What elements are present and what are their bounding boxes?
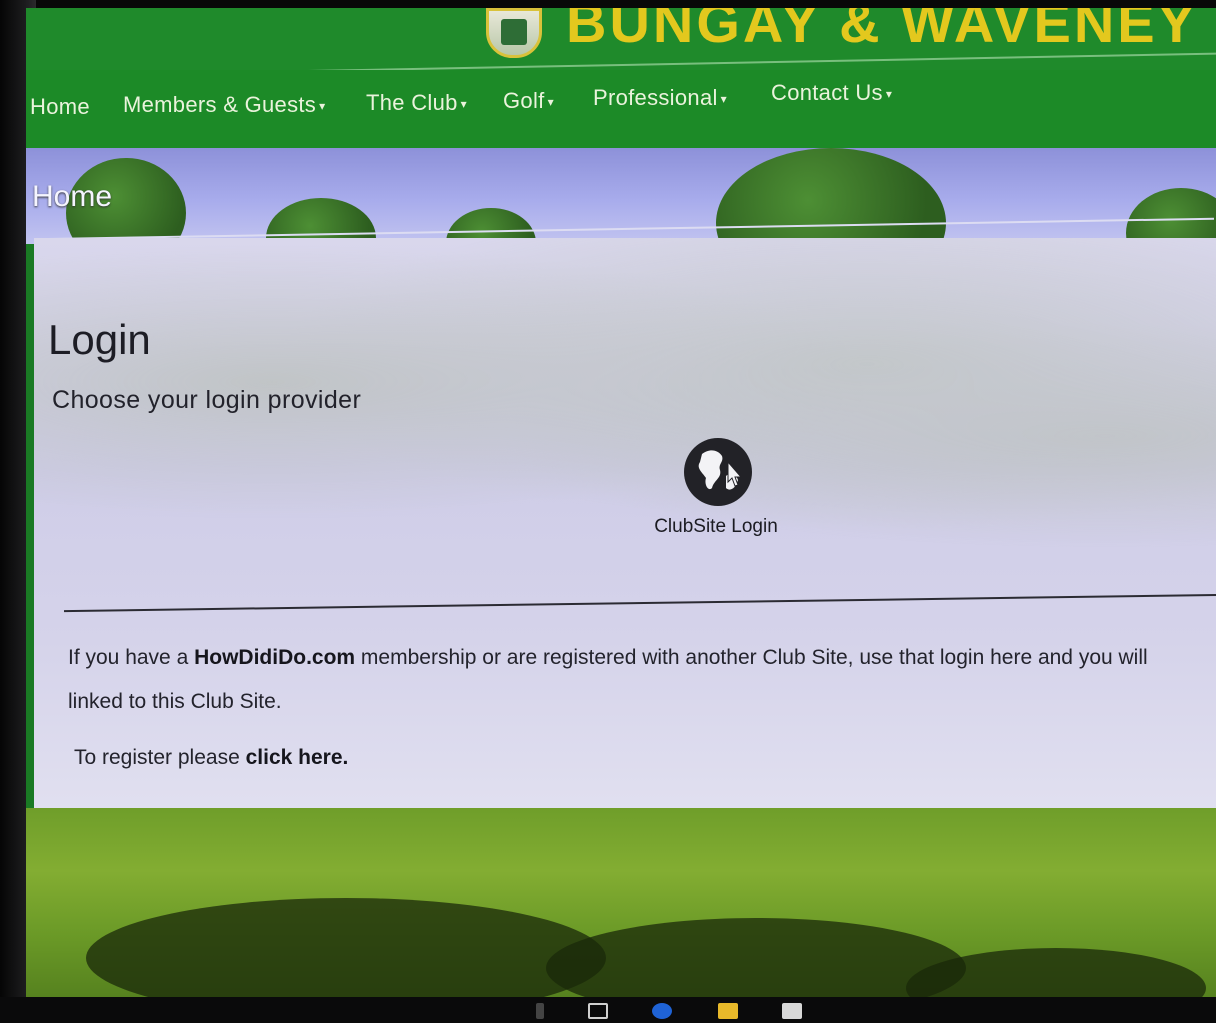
background-photo — [34, 238, 1216, 598]
info-line-1: If you have a HowDidiDo.com membership o… — [68, 636, 1216, 680]
store-icon[interactable] — [782, 1003, 802, 1019]
login-subheading: Choose your login provider — [52, 386, 362, 414]
info-prefix: If you have a — [68, 646, 195, 669]
login-panel: Login Choose your login provider ClubSit… — [34, 238, 1216, 814]
info-suffix: membership or are registered with anothe… — [355, 646, 1148, 669]
clubsite-login-button[interactable]: ClubSite Login — [646, 438, 786, 558]
nav-item-contact-us[interactable]: Contact Us ▾ — [771, 80, 892, 106]
browser-viewport: BUNGAY & WAVENEY Home Members & Guests ▾ … — [26, 8, 1216, 998]
nav-item-members-guests[interactable]: Members & Guests ▾ — [123, 92, 325, 118]
nav-item-label: Home — [30, 94, 90, 119]
page-title: Home — [32, 180, 113, 213]
howdidido-brand: HowDidiDo.com — [194, 646, 356, 669]
nav-item-golf[interactable]: Golf ▾ — [503, 88, 554, 114]
chevron-down-icon: ▾ — [460, 97, 467, 112]
register-text: To register please click here. — [74, 746, 348, 770]
chevron-down-icon: ▾ — [885, 87, 893, 102]
info-line-2: linked to this Club Site. — [68, 690, 282, 713]
club-crest-logo[interactable] — [486, 8, 542, 58]
banner-rule — [34, 217, 1214, 241]
site-header: BUNGAY & WAVENEY — [26, 8, 1216, 78]
nav-item-label: Professional — [593, 85, 718, 110]
task-view-icon[interactable] — [588, 1003, 608, 1019]
nav-item-label: Members & Guests — [123, 92, 317, 117]
login-info-text: If you have a HowDidiDo.com membership o… — [68, 636, 1216, 724]
crest-emblem — [501, 19, 527, 45]
chevron-down-icon: ▾ — [319, 99, 326, 114]
edge-browser-icon[interactable] — [652, 1003, 672, 1019]
main-nav: Home Members & Guests ▾ The Club ▾ Golf ▾ P… — [26, 70, 1216, 154]
nav-item-professional[interactable]: Professional ▾ — [593, 85, 727, 111]
site-name[interactable]: BUNGAY & WAVENEY — [566, 8, 1198, 55]
nav-item-label: Golf — [503, 88, 545, 113]
provider-label: ClubSite Login — [654, 516, 778, 537]
os-taskbar — [0, 997, 1216, 1023]
banner-tree — [716, 148, 946, 244]
globe-pointer-icon — [684, 438, 752, 506]
nav-item-the-club[interactable]: The Club ▾ — [366, 90, 467, 116]
page-banner: Home — [26, 148, 1216, 244]
chevron-down-icon: ▾ — [547, 95, 554, 110]
register-link[interactable]: click here. — [246, 746, 349, 769]
tree-shadow — [86, 898, 606, 998]
login-heading: Login — [48, 316, 151, 363]
file-explorer-icon[interactable] — [718, 1003, 738, 1019]
register-prefix: To register please — [74, 746, 246, 769]
nav-item-home[interactable]: Home — [30, 94, 90, 120]
banner-tree — [1126, 188, 1216, 244]
nav-item-label: The Club — [366, 90, 458, 115]
chevron-down-icon: ▾ — [720, 92, 727, 107]
search-icon[interactable] — [536, 1003, 544, 1019]
tree-shadow — [546, 918, 966, 998]
nav-item-label: Contact Us — [771, 80, 883, 105]
grass-background — [26, 808, 1216, 998]
